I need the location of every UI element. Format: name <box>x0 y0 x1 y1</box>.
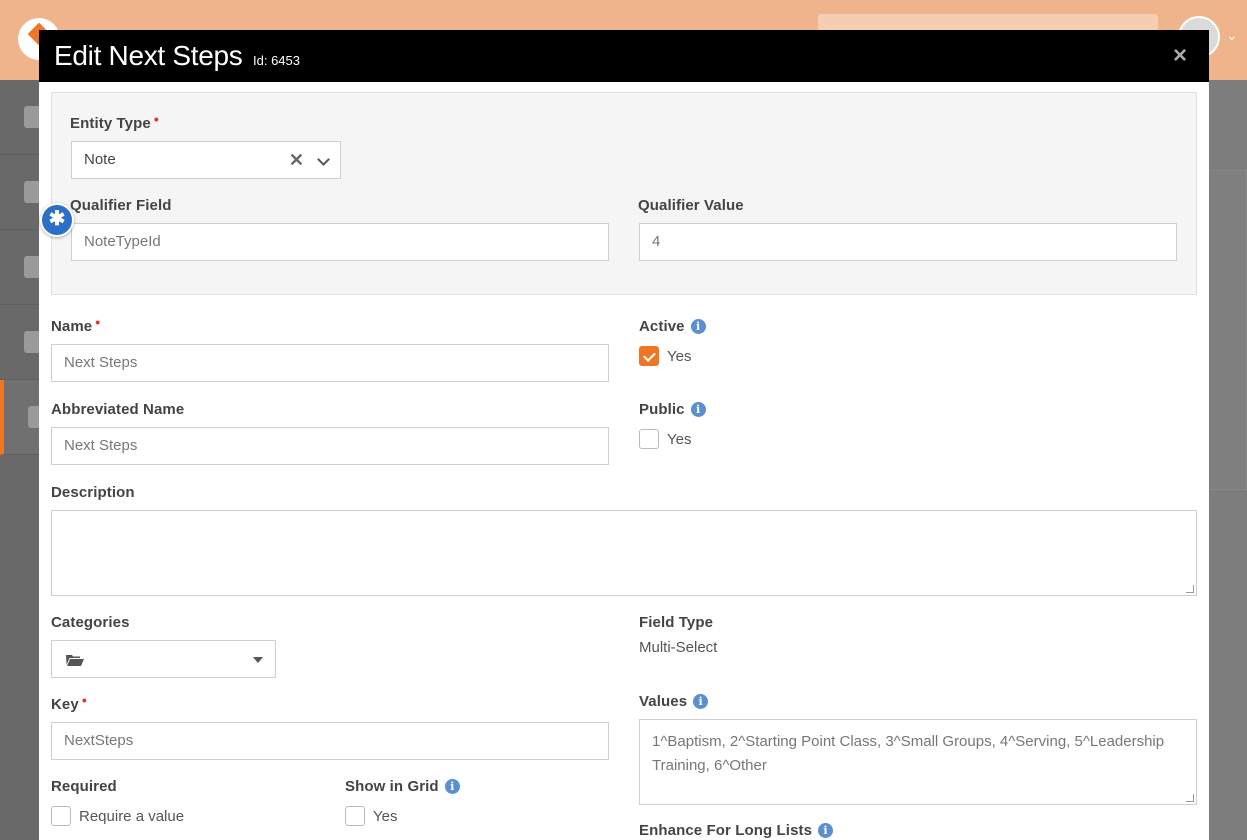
modal-body: Entity Type • Note ✕ Qualifier Field Note… <box>39 82 1209 840</box>
abbreviated-name-input[interactable]: Next Steps <box>51 427 609 465</box>
modal-header: Edit Next Steps Id: 6453 × <box>39 30 1209 82</box>
active-checkbox[interactable] <box>639 346 659 366</box>
values-label: Values i <box>639 693 709 710</box>
description-label: Description <box>51 484 135 501</box>
qualifier-value-label: Qualifier Value <box>638 197 744 214</box>
close-icon[interactable]: × <box>1173 42 1187 70</box>
edit-attribute-modal: Edit Next Steps Id: 6453 × Entity Type • … <box>39 30 1209 840</box>
modal-title: Edit Next Steps <box>54 40 243 71</box>
required-option-label: Require a value <box>79 808 185 825</box>
active-label: Active i <box>639 318 706 335</box>
qualifier-field-input[interactable]: NoteTypeId <box>71 223 609 261</box>
info-icon[interactable]: i <box>444 779 460 794</box>
show-in-grid-label: Show in Grid i <box>345 778 460 795</box>
required-indicator: • <box>153 111 159 127</box>
key-input[interactable]: NextSteps <box>51 722 609 760</box>
description-textarea[interactable] <box>51 510 1197 596</box>
entity-type-label: Entity Type • <box>70 111 159 132</box>
show-in-grid-checkbox[interactable] <box>345 806 365 826</box>
name-input[interactable]: Next Steps <box>51 344 609 382</box>
resize-handle[interactable] <box>1186 794 1194 802</box>
field-type-value: Multi-Select <box>639 639 718 656</box>
public-label: Public i <box>639 401 706 418</box>
info-icon[interactable]: i <box>690 402 706 417</box>
qualifier-field-label: Qualifier Field <box>70 197 172 214</box>
categories-picker[interactable] <box>51 640 276 678</box>
active-option-label: Yes <box>667 348 692 365</box>
required-checkbox[interactable] <box>51 806 71 826</box>
values-textarea[interactable]: 1^Baptism, 2^Starting Point Class, 3^Sma… <box>639 719 1197 805</box>
field-type-label: Field Type <box>639 614 714 631</box>
entity-type-select[interactable]: Note ✕ <box>71 141 341 179</box>
enhance-long-lists-label: Enhance For Long Lists i <box>639 822 834 839</box>
public-option-label: Yes <box>667 431 692 448</box>
qualifier-value-input[interactable]: 4 <box>639 223 1177 261</box>
key-label: Key • <box>51 692 87 713</box>
required-indicator: • <box>81 692 87 708</box>
asterisk-icon[interactable]: ✱ <box>40 203 74 237</box>
abbreviated-name-label: Abbreviated Name <box>51 401 185 418</box>
folder-open-icon <box>66 655 84 666</box>
values-value: 1^Baptism, 2^Starting Point Class, 3^Sma… <box>652 733 1165 774</box>
clear-icon[interactable]: ✕ <box>289 142 304 178</box>
required-label: Required <box>51 778 117 795</box>
info-icon[interactable]: i <box>693 694 709 709</box>
required-indicator: • <box>95 314 101 330</box>
public-checkbox[interactable] <box>639 429 659 449</box>
show-in-grid-option-label: Yes <box>373 808 398 825</box>
chevron-down-icon[interactable]: ⌄ <box>1226 27 1238 44</box>
info-icon[interactable]: i <box>690 319 706 334</box>
qualifier-well: Entity Type • Note ✕ Qualifier Field Note… <box>51 92 1197 295</box>
caret-down-icon[interactable] <box>253 657 263 663</box>
modal-id: Id: 6453 <box>253 53 300 68</box>
entity-type-value: Note <box>84 151 116 168</box>
name-label: Name • <box>51 314 101 335</box>
chevron-down-icon[interactable] <box>317 153 330 166</box>
categories-label: Categories <box>51 614 130 631</box>
info-icon[interactable]: i <box>818 823 834 838</box>
resize-handle[interactable] <box>1186 585 1194 593</box>
